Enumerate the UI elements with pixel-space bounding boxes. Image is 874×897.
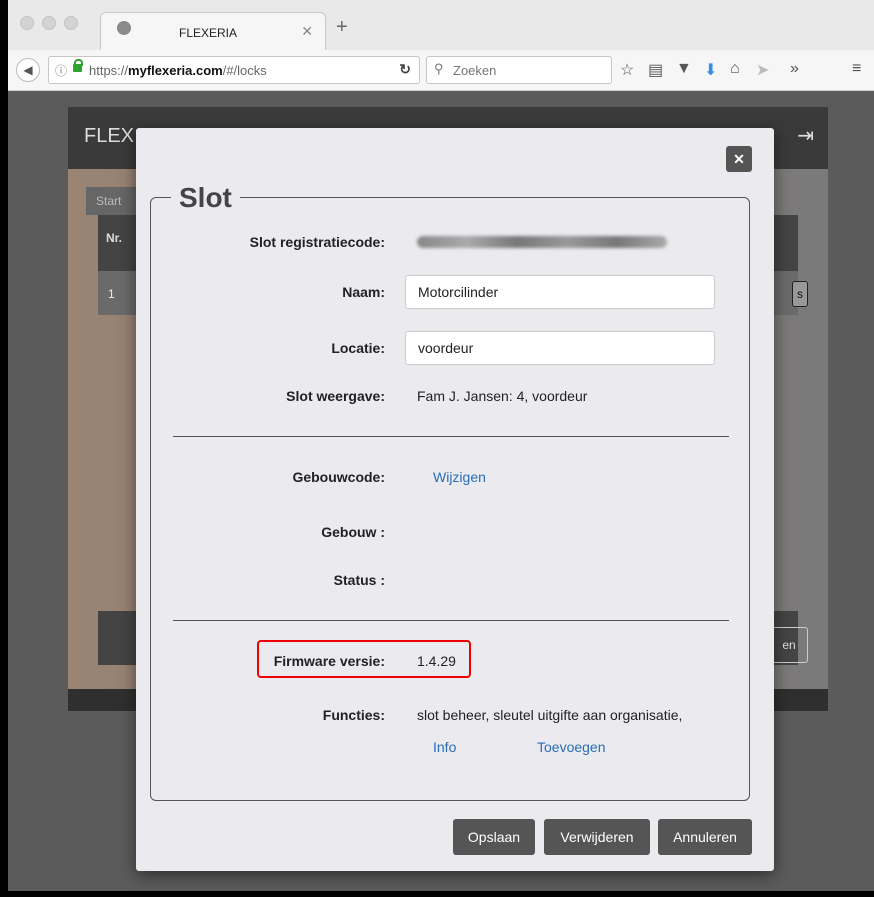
search-icon: ⚲ (434, 61, 444, 76)
new-tab-icon[interactable]: + (336, 16, 348, 39)
display-label: Slot weergave: (286, 388, 385, 404)
location-input[interactable] (405, 331, 715, 365)
slot-fieldset: Slot Slot registratiecode: Naam: Locatie… (150, 182, 750, 801)
change-building-code-link[interactable]: Wijzigen (433, 469, 486, 485)
divider (173, 436, 729, 437)
favicon-icon (117, 21, 131, 35)
back-arrow-icon[interactable]: ◀ (16, 58, 40, 82)
registration-code-label: Slot registratiecode: (249, 234, 385, 250)
window-minimize-dot[interactable] (42, 16, 56, 30)
logout-icon: ⇥ (797, 125, 814, 147)
overflow-chevron-icon[interactable]: » (790, 60, 799, 78)
send-icon[interactable]: ➤ (756, 60, 769, 80)
app-logo: FLEX (84, 125, 135, 147)
pocket-icon[interactable]: ▼ (676, 60, 692, 78)
search-input[interactable] (451, 60, 605, 80)
building-code-label: Gebouwcode: (292, 469, 385, 485)
close-icon[interactable]: ✕ (726, 146, 752, 172)
background-button: en (770, 627, 808, 663)
location-label: Locatie: (331, 340, 385, 356)
name-label: Naam: (342, 284, 385, 300)
home-icon[interactable]: ⌂ (730, 60, 740, 78)
save-button[interactable]: Opslaan (453, 819, 535, 855)
lock-icon (73, 59, 83, 72)
firmware-label: Firmware versie: (273, 653, 385, 669)
firmware-value: 1.4.29 (417, 653, 456, 669)
divider (173, 620, 729, 621)
info-link[interactable]: Info (433, 739, 456, 755)
reload-icon[interactable]: ↻ (399, 61, 411, 78)
name-input[interactable] (405, 275, 715, 309)
delete-button[interactable]: Verwijderen (544, 819, 650, 855)
modal-title: Slot (171, 182, 240, 214)
window-zoom-dot[interactable] (64, 16, 78, 30)
display-value: Fam J. Jansen: 4, voordeur (417, 388, 588, 404)
tab-title: FLEXERIA (179, 26, 238, 40)
browser-tab[interactable]: FLEXERIA ✕ (100, 12, 326, 51)
reading-list-icon[interactable]: ▤ (648, 60, 663, 80)
tab-bar: FLEXERIA ✕ + (8, 0, 874, 51)
window-close-dot[interactable] (20, 16, 34, 30)
url-bar[interactable]: ⓘ https://myflexeria.com/#/locks ↻ (48, 56, 420, 84)
search-box[interactable]: ⚲ (426, 56, 612, 84)
tab-close-icon[interactable]: ✕ (301, 23, 313, 40)
bookmark-star-icon[interactable]: ☆ (620, 60, 634, 80)
info-icon[interactable]: ⓘ (55, 62, 67, 79)
table-cell-nr: 1 (108, 287, 115, 301)
navigation-bar: ◀ ⓘ https://myflexeria.com/#/locks ↻ ⚲ ☆… (8, 50, 874, 91)
registration-code-redacted (417, 236, 667, 248)
functions-label: Functies: (322, 707, 385, 723)
download-icon[interactable]: ⬇ (704, 60, 717, 80)
add-function-link[interactable]: Toevoegen (537, 739, 606, 755)
lock-modal: ✕ Slot Slot registratiecode: Naam: Locat… (136, 128, 774, 871)
menu-icon[interactable]: ≡ (852, 60, 861, 78)
functions-value: slot beheer, sleutel uitgifte aan organi… (417, 707, 683, 723)
status-label: Status : (333, 572, 385, 588)
cancel-button[interactable]: Annuleren (658, 819, 752, 855)
table-header-nr: Nr. (106, 231, 123, 245)
url-text: https://myflexeria.com/#/locks (89, 63, 267, 78)
browser-window: FLEXERIA ✕ + ◀ ⓘ https://myflexeria.com/… (0, 0, 874, 897)
row-button: s (792, 281, 808, 307)
building-label: Gebouw : (321, 524, 385, 540)
